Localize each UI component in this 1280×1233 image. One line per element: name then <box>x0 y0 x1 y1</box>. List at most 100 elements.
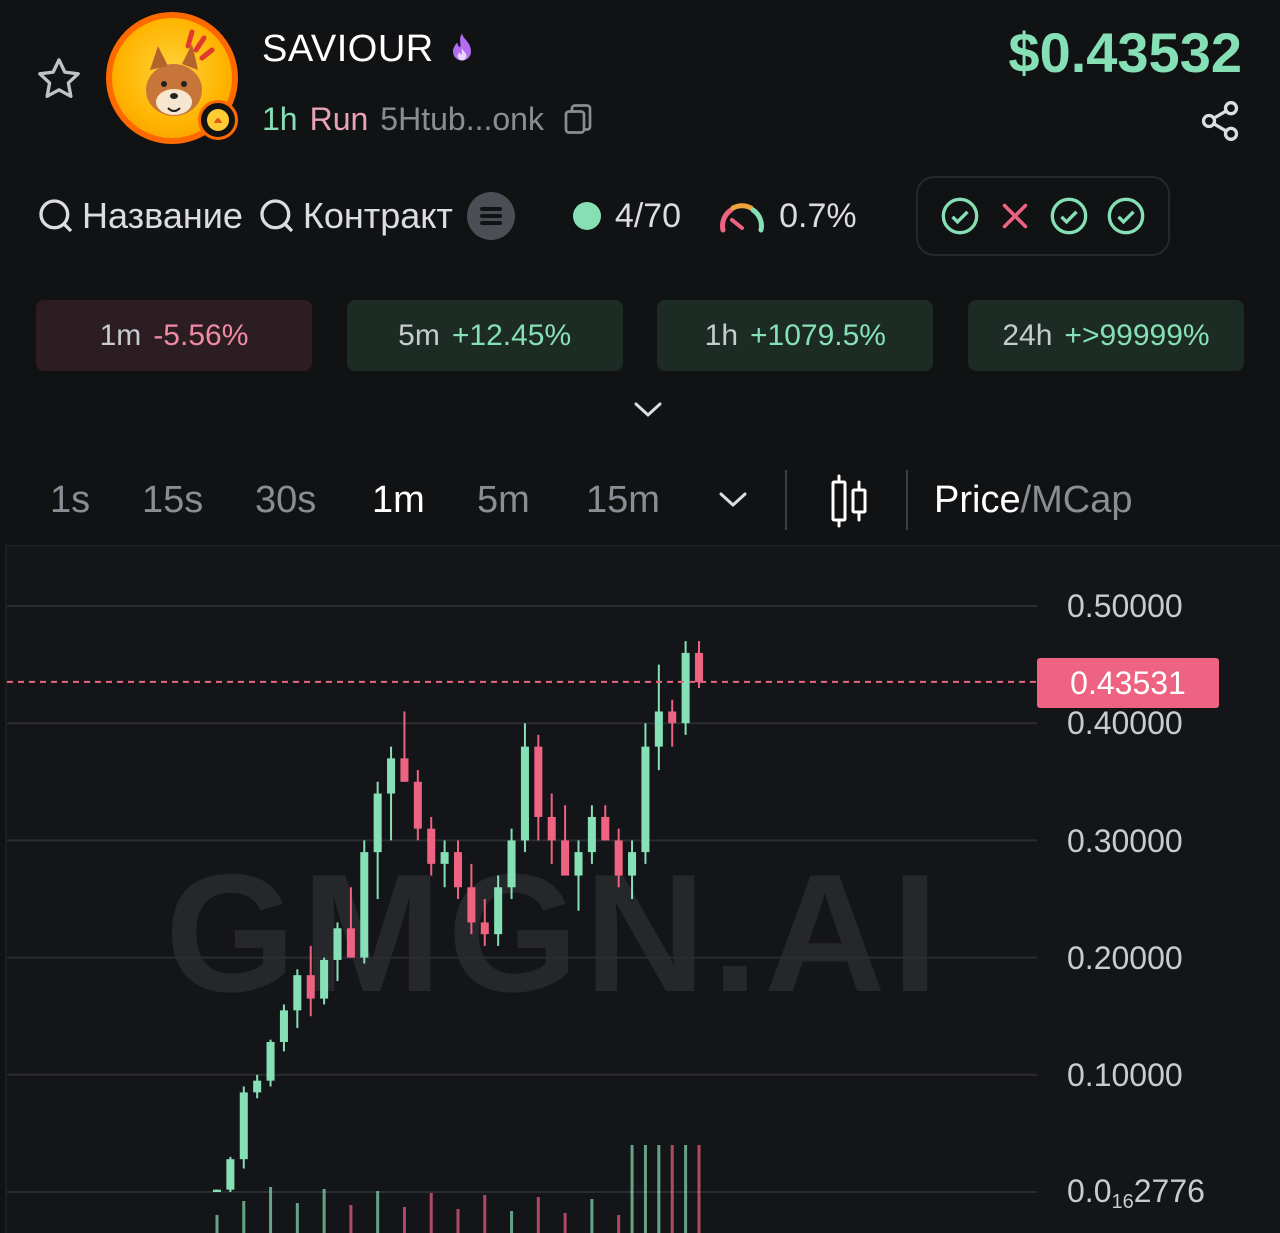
timeframe-1s[interactable]: 1s <box>50 479 90 522</box>
volume-bar <box>684 1145 688 1233</box>
details-list-icon[interactable] <box>466 192 515 240</box>
candle <box>561 805 570 876</box>
timeframe-15s[interactable]: 15s <box>142 479 203 522</box>
share-icon[interactable] <box>1198 98 1242 144</box>
candle <box>507 828 516 899</box>
favorite-star-icon[interactable] <box>30 50 88 108</box>
volume-bar <box>536 1197 540 1233</box>
token-address[interactable]: 5Htub...onk <box>380 101 544 138</box>
price-chart[interactable]: GMGN.AI 0.50000 0.40000 0.30000 0.20000 … <box>5 545 1280 1233</box>
candle <box>427 816 436 876</box>
launchpad-badge-icon <box>198 100 238 140</box>
timeframe-15m[interactable]: 15m <box>586 479 660 522</box>
candle <box>654 664 663 771</box>
security-checks[interactable] <box>916 176 1170 256</box>
toggle-separator: / <box>1020 479 1032 521</box>
volume-bar <box>617 1215 621 1233</box>
candle <box>373 781 382 899</box>
search-contract-label: Контракт <box>302 195 453 236</box>
fire-icon <box>444 30 480 75</box>
candle <box>547 793 556 864</box>
candle <box>239 1086 248 1169</box>
check-fail-icon <box>1002 203 1028 229</box>
search-by-name-button[interactable]: Название <box>36 195 243 237</box>
token-age: 1h <box>262 100 298 137</box>
candle <box>360 840 369 964</box>
y-tick-label: 0.10000 <box>1067 1057 1183 1093</box>
change-chip-1m[interactable]: 1m -5.56% <box>36 300 312 371</box>
candle <box>587 805 596 864</box>
chip-interval: 1h <box>704 318 739 352</box>
search-icon <box>260 199 294 233</box>
y-tick-label: 0.50000 <box>1067 588 1183 624</box>
price-change-chips: 1m -5.56% 5m +12.45% 1h +1079.5% 24h +>9… <box>36 300 1244 371</box>
volume-bar <box>295 1203 299 1233</box>
search-icon <box>39 199 73 233</box>
candle <box>520 723 529 853</box>
check-pass-icon <box>941 197 979 235</box>
volume-bar <box>643 1145 647 1233</box>
candle <box>253 1074 262 1099</box>
current-price-tag: 0.43531 <box>1037 658 1219 708</box>
candle <box>614 828 623 888</box>
candle <box>480 899 489 946</box>
token-subline: 1h Run 5Htub...onk <box>262 100 596 138</box>
candle <box>641 723 650 864</box>
candle <box>601 805 610 841</box>
change-chip-5m[interactable]: 5m +12.45% <box>346 300 623 371</box>
timeframe-30s[interactable]: 30s <box>255 479 316 522</box>
candle <box>293 969 302 1028</box>
candle <box>212 1189 222 1192</box>
chip-interval: 5m <box>398 318 440 352</box>
y-tick-label: 0.30000 <box>1067 823 1183 859</box>
volume-bar <box>349 1205 353 1233</box>
copy-icon[interactable] <box>560 100 596 138</box>
info-row: Название Контракт 4/70 0.7% <box>36 176 1246 256</box>
candle <box>266 1039 275 1087</box>
chip-value: +1079.5% <box>750 318 886 352</box>
mcap-toggle-label: MCap <box>1031 479 1133 521</box>
candle <box>681 641 690 735</box>
gauge-icon <box>720 203 765 233</box>
candle <box>534 734 543 841</box>
gauge-value: 0.7% <box>779 196 857 235</box>
token-price: $0.43532 <box>1008 21 1242 84</box>
volume-bar <box>269 1187 273 1233</box>
candle <box>320 957 329 1005</box>
change-chip-24h[interactable]: 24h +>99999% <box>967 300 1244 371</box>
timeframe-5m[interactable]: 5m <box>477 479 530 522</box>
token-header: SAVIOUR 1h Run 5Htub...onk $0.43532 <box>0 0 1280 170</box>
candle <box>467 863 476 935</box>
search-by-contract-button[interactable]: Контракт <box>257 195 453 237</box>
volume-bar <box>242 1201 246 1233</box>
volume-bar <box>483 1195 487 1233</box>
divider <box>906 470 908 530</box>
volume-bar <box>630 1145 634 1233</box>
candle <box>453 840 463 899</box>
candle <box>574 840 583 911</box>
change-chip-1h[interactable]: 1h +1079.5% <box>657 300 934 371</box>
search-name-label: Название <box>82 195 243 236</box>
timeframe-more-chevron-icon[interactable] <box>716 482 750 521</box>
volume-bar <box>376 1191 380 1233</box>
divider <box>785 470 787 530</box>
volume-bar <box>510 1211 514 1233</box>
chip-value: +12.45% <box>451 318 572 352</box>
volume-bar <box>697 1145 701 1233</box>
candle <box>413 770 422 841</box>
price-mcap-toggle[interactable]: Price/MCap <box>934 479 1133 522</box>
volume-bar <box>590 1199 594 1233</box>
check-pass-icon <box>1107 197 1145 235</box>
candlestick-type-icon[interactable] <box>826 474 872 533</box>
gauge-stat: 0.7% <box>717 196 857 236</box>
volume-bar <box>563 1213 567 1233</box>
token-name: SAVIOUR <box>262 28 434 70</box>
timeframe-bar: 1s 15s 30s 1m 5m 15m Price/MCap <box>0 462 1280 540</box>
chart-canvas[interactable] <box>7 547 1280 1233</box>
chip-interval: 1m <box>99 318 142 352</box>
chevron-down-icon[interactable] <box>624 392 672 426</box>
timeframe-1m[interactable]: 1m <box>372 479 425 522</box>
holders-stat: 4/70 <box>572 197 681 236</box>
volume-bar <box>429 1193 433 1233</box>
volume-bar <box>402 1207 406 1233</box>
